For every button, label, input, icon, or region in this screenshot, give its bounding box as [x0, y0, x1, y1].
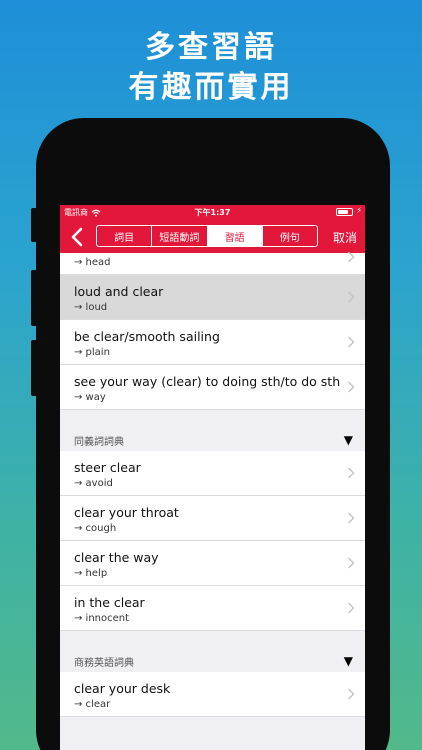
- collapse-triangle-icon[interactable]: ▼: [344, 654, 353, 668]
- section-header-business[interactable]: 商務英語詞典 ▼: [60, 649, 365, 672]
- nav-row: 詞目 短語動詞 習語 例句 取消: [60, 220, 365, 253]
- app-screen: 電訊商 下午1:37 ⚡ 詞目 短語動詞 習語 例句 取消 → head lou…: [60, 205, 365, 750]
- collapse-triangle-icon[interactable]: ▼: [344, 433, 353, 447]
- list-item[interactable]: be clear/smooth sailing → plain: [60, 320, 365, 365]
- cancel-button[interactable]: 取消: [333, 229, 357, 246]
- chevron-right-icon: [348, 291, 355, 303]
- list-item[interactable]: see your way (clear) to doing sth/to do …: [60, 365, 365, 410]
- thesaurus-list: steer clear → avoid clear your throat → …: [60, 451, 365, 631]
- list-item[interactable]: clear the way → help: [60, 541, 365, 586]
- list-item-subtitle: → loud: [74, 302, 108, 313]
- chevron-right-icon: [348, 688, 355, 700]
- list-item[interactable]: → head: [60, 251, 365, 275]
- app-header: 電訊商 下午1:37 ⚡ 詞目 短語動詞 習語 例句 取消: [60, 205, 365, 253]
- list-item-subtitle: → way: [74, 392, 106, 403]
- list-item-subtitle: → avoid: [74, 478, 113, 489]
- section-header-label: 同義詞詞典: [74, 437, 124, 448]
- chevron-right-icon: [348, 512, 355, 524]
- section-spacer: [60, 631, 365, 649]
- status-bar: 電訊商 下午1:37 ⚡: [60, 205, 365, 220]
- segmented-tabs: 詞目 短語動詞 習語 例句: [96, 225, 318, 247]
- list-item-subtitle: → clear: [74, 699, 111, 710]
- section-header-label: 商務英語詞典: [74, 658, 134, 669]
- list-item[interactable]: loud and clear → loud: [60, 275, 365, 320]
- chevron-right-icon: [348, 467, 355, 479]
- battery-fill: [338, 210, 348, 214]
- tab-examples[interactable]: 例句: [263, 226, 317, 246]
- status-time: 下午1:37: [194, 208, 231, 217]
- battery-icon: [336, 208, 353, 216]
- list-item[interactable]: steer clear → avoid: [60, 451, 365, 496]
- list-item-title: clear your desk: [74, 681, 171, 696]
- list-item-title: clear your throat: [74, 505, 179, 520]
- list-item-subtitle: → plain: [74, 347, 110, 358]
- list-item-title: be clear/smooth sailing: [74, 329, 220, 344]
- business-list: clear your desk → clear: [60, 672, 365, 717]
- section-spacer: [60, 410, 365, 428]
- chevron-right-icon: [348, 251, 355, 263]
- list-item-subtitle: → innocent: [74, 613, 130, 624]
- charging-bolt-icon: ⚡: [356, 206, 362, 215]
- headline-line-1: 多查習語: [145, 30, 277, 65]
- headline-line-2: 有趣而實用: [128, 70, 294, 105]
- list-item[interactable]: clear your desk → clear: [60, 672, 365, 717]
- list-item-title: clear the way: [74, 550, 159, 565]
- list-item-subtitle: → cough: [74, 523, 117, 534]
- tab-idioms[interactable]: 習語: [207, 226, 263, 246]
- list-item-subtitle: → head: [74, 257, 111, 268]
- chevron-right-icon: [348, 336, 355, 348]
- section-header-thesaurus[interactable]: 同義詞詞典 ▼: [60, 428, 365, 451]
- list-item-title: steer clear: [74, 460, 141, 475]
- list-item[interactable]: in the clear → innocent: [60, 586, 365, 631]
- list-item[interactable]: clear your throat → cough: [60, 496, 365, 541]
- chevron-right-icon: [348, 557, 355, 569]
- chevron-right-icon: [348, 381, 355, 393]
- results-list: → head loud and clear → loud be clear/sm…: [60, 251, 365, 410]
- tab-headwords[interactable]: 詞目: [97, 226, 153, 246]
- chevron-right-icon: [348, 602, 355, 614]
- list-item-title: see your way (clear) to doing sth/to do …: [74, 374, 341, 389]
- list-item-subtitle: → help: [74, 568, 108, 579]
- list-item-title: in the clear: [74, 595, 145, 610]
- chevron-left-icon[interactable]: [68, 226, 88, 248]
- list-item-title: loud and clear: [74, 284, 164, 299]
- tab-phrasal-verbs[interactable]: 短語動詞: [152, 226, 208, 246]
